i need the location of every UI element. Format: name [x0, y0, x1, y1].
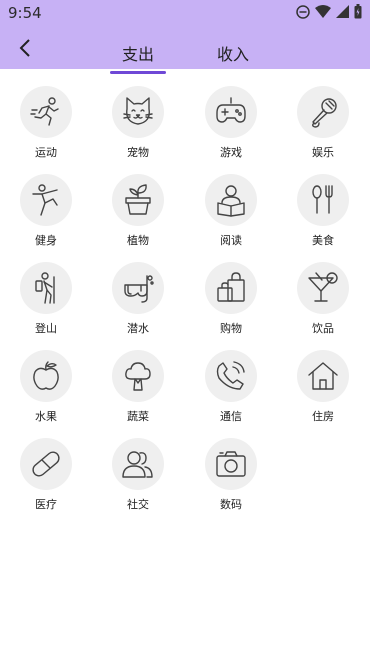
category-label: 健身 — [35, 234, 57, 247]
category-entertainment[interactable]: 娱乐 — [288, 86, 358, 164]
phone-icon — [216, 361, 245, 390]
gamepad-icon — [216, 97, 246, 123]
camera-icon — [216, 451, 246, 477]
category-label: 运动 — [35, 146, 57, 159]
diving-mask-icon — [124, 275, 154, 303]
tab-income[interactable]: 收入 — [217, 41, 249, 65]
house-icon — [308, 362, 338, 390]
category-label: 饮品 — [312, 322, 334, 335]
category-label: 潜水 — [127, 322, 149, 335]
header: 支出 收入 — [0, 26, 370, 74]
people-icon — [122, 451, 153, 478]
category-label: 水果 — [35, 410, 57, 423]
category-label: 住房 — [312, 410, 334, 423]
category-food[interactable]: 美食 — [288, 174, 358, 252]
category-plants[interactable]: 植物 — [103, 174, 173, 252]
category-diving[interactable]: 潜水 — [103, 262, 173, 340]
cutlery-icon — [312, 185, 333, 214]
running-icon — [30, 97, 59, 126]
status-bar: 9:54 — [0, 0, 370, 26]
category-label: 游戏 — [220, 146, 242, 159]
category-label: 社交 — [127, 498, 149, 511]
category-label: 医疗 — [35, 498, 57, 511]
category-sports[interactable]: 运动 — [11, 86, 81, 164]
status-time: 9:54 — [8, 4, 42, 22]
yoga-icon — [32, 184, 58, 216]
category-label: 登山 — [35, 322, 57, 335]
cat-icon — [123, 97, 153, 125]
signal-icon — [336, 5, 349, 18]
category-label: 购物 — [220, 322, 242, 335]
category-digital[interactable]: 数码 — [196, 438, 266, 516]
category-shopping[interactable]: 购物 — [196, 262, 266, 340]
category-housing[interactable]: 住房 — [288, 350, 358, 428]
category-label: 美食 — [312, 234, 334, 247]
category-hiking[interactable]: 登山 — [11, 262, 81, 340]
hiker-icon — [35, 272, 55, 304]
shopping-bag-icon — [217, 272, 245, 302]
category-label: 阅读 — [220, 234, 242, 247]
category-drinks[interactable]: 饮品 — [288, 262, 358, 340]
do-not-disturb-icon — [296, 4, 310, 19]
category-vegetables[interactable]: 蔬菜 — [103, 350, 173, 428]
category-fruit[interactable]: 水果 — [11, 350, 81, 428]
category-medical[interactable]: 医疗 — [11, 438, 81, 516]
category-label: 数码 — [220, 498, 242, 511]
plant-pot-icon — [125, 184, 151, 215]
category-label: 通信 — [220, 410, 242, 423]
category-fitness[interactable]: 健身 — [11, 174, 81, 252]
category-label: 植物 — [127, 234, 149, 247]
pill-icon — [32, 451, 60, 477]
back-arrow-icon[interactable] — [14, 36, 38, 60]
category-pets[interactable]: 宠物 — [103, 86, 173, 164]
category-label: 蔬菜 — [127, 410, 149, 423]
tab-expense[interactable]: 支出 — [109, 41, 167, 74]
battery-icon — [354, 4, 362, 19]
status-icons — [296, 4, 362, 19]
category-social[interactable]: 社交 — [103, 438, 173, 516]
reading-icon — [217, 185, 245, 217]
category-reading[interactable]: 阅读 — [196, 174, 266, 252]
broccoli-icon — [125, 362, 151, 391]
apple-icon — [33, 361, 59, 390]
wifi-icon — [315, 4, 331, 18]
microphone-icon — [312, 98, 337, 128]
category-games[interactable]: 游戏 — [196, 86, 266, 164]
cocktail-icon — [308, 272, 338, 302]
category-label: 娱乐 — [312, 146, 334, 159]
category-communication[interactable]: 通信 — [196, 350, 266, 428]
category-label: 宠物 — [127, 146, 149, 159]
